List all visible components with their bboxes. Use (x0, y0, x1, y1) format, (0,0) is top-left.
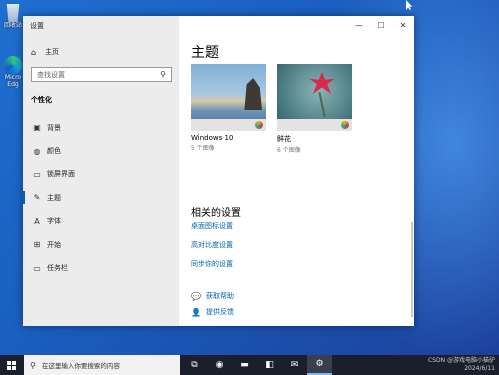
theme-card-flowers[interactable]: 鲜花 6 个图像 (277, 64, 352, 154)
theme-image-count: 5 个图像 (191, 145, 215, 152)
start-button[interactable] (0, 355, 22, 375)
give-feedback-link[interactable]: 👤 提供反馈 (191, 307, 234, 317)
desktop-icon-settings-link[interactable]: 桌面图标设置 (191, 221, 233, 231)
color-wheel-icon (255, 121, 263, 129)
palette-icon: ◍ (33, 146, 41, 156)
windows-logo-icon (6, 360, 16, 370)
sidebar-item-lock-screen[interactable]: ▭ 锁屏界面 (23, 163, 179, 186)
tray-watermark-text: CSDN @游戏电脑小猫驴 (427, 357, 495, 364)
theme-thumbnail (191, 64, 266, 131)
task-view-icon[interactable]: ⧉ (182, 355, 207, 375)
sidebar-item-label: 主页 (45, 48, 59, 56)
desktop-icon-label: Micro Edg (4, 74, 22, 88)
scrollbar[interactable] (411, 222, 413, 317)
edge-icon (4, 56, 22, 74)
sidebar-item-home[interactable]: ⌂ 主页 (31, 47, 59, 57)
get-help-link[interactable]: 💬 获取帮助 (191, 291, 234, 301)
tray-date: 2024/6/11 (464, 365, 495, 372)
home-icon: ⌂ (31, 47, 37, 57)
theme-icon: ✎ (33, 193, 41, 203)
lock-screen-icon: ▭ (33, 169, 41, 179)
taskbar-icon: ▭ (33, 263, 41, 273)
desktop-icon-recycle-bin[interactable]: 回收站 (2, 4, 24, 29)
sidebar-item-taskbar[interactable]: ▭ 任务栏 (23, 256, 179, 279)
related-settings-title: 相关的设置 (191, 208, 241, 219)
feedback-label: 提供反馈 (206, 308, 234, 316)
desktop-icon-edge[interactable]: Micro Edg (2, 56, 24, 88)
settings-icon[interactable]: ⚙ (307, 355, 332, 375)
main-panel: — ☐ ✕ 主题 Windows 10 5 个图像 鲜花 6 个图像 相关的设置… (179, 16, 414, 326)
mail-icon[interactable]: ✉ (282, 355, 307, 375)
search-input[interactable]: 查找设置 ⚲ (31, 67, 172, 82)
theme-name: 鲜花 (277, 135, 291, 143)
theme-name: Windows 10 (191, 134, 234, 142)
sidebar-item-label: 锁屏界面 (47, 170, 75, 179)
taskbar: ⚲ 在这里输入你要搜索的内容 ⧉ ◉ ▬ ◧ ✉ ⚙ CSDN @游戏电脑小猫驴… (0, 355, 499, 375)
sidebar-item-background[interactable]: ▣ 背景 (23, 116, 179, 139)
search-icon: ⚲ (160, 70, 166, 79)
recycle-bin-icon (6, 4, 20, 22)
flower-image (309, 72, 335, 94)
desktop-icon-label: 回收站 (3, 22, 22, 29)
sidebar-item-label: 主题 (47, 193, 61, 202)
sidebar-item-label: 任务栏 (47, 264, 68, 273)
taskbar-apps: ⧉ ◉ ▬ ◧ ✉ ⚙ (182, 355, 332, 375)
sidebar-nav: ▣ 背景 ◍ 颜色 ▭ 锁屏界面 ✎ 主题 A 字体 ⊞ 开始 ▭ 任务栏 (23, 116, 179, 280)
store-icon[interactable]: ◧ (257, 355, 282, 375)
sidebar-item-start[interactable]: ⊞ 开始 (23, 233, 179, 256)
feedback-icon: 👤 (191, 307, 201, 317)
sidebar-item-themes[interactable]: ✎ 主题 (23, 186, 179, 209)
page-title: 主题 (191, 45, 219, 61)
taskbar-search-box[interactable]: ⚲ 在这里输入你要搜索的内容 (24, 355, 180, 375)
help-label: 获取帮助 (206, 292, 234, 300)
flower-stem-image (318, 92, 326, 117)
sidebar-item-fonts[interactable]: A 字体 (23, 210, 179, 233)
close-button[interactable]: ✕ (392, 16, 414, 34)
font-icon: A (34, 216, 40, 226)
image-icon: ▣ (33, 123, 41, 133)
sidebar-item-label: 背景 (47, 123, 61, 132)
sidebar-item-colors[interactable]: ◍ 颜色 (23, 139, 179, 162)
file-explorer-icon[interactable]: ▬ (232, 355, 257, 375)
search-icon: ⚲ (30, 360, 36, 370)
rock-image (244, 78, 262, 110)
window-title: 设置 (30, 22, 44, 30)
sync-settings-link[interactable]: 同步你的设置 (191, 259, 233, 269)
help-icon: 💬 (191, 291, 201, 301)
system-tray[interactable]: CSDN @游戏电脑小猫驴 2024/6/11 (428, 357, 495, 373)
color-wheel-icon (341, 121, 349, 129)
settings-window: 设置 ⌂ 主页 查找设置 ⚲ 个性化 ▣ 背景 ◍ 颜色 ▭ 锁屏界面 ✎ 主题… (23, 16, 414, 326)
search-placeholder: 查找设置 (37, 70, 65, 79)
high-contrast-settings-link[interactable]: 高对比度设置 (191, 240, 233, 250)
sidebar: 设置 ⌂ 主页 查找设置 ⚲ 个性化 ▣ 背景 ◍ 颜色 ▭ 锁屏界面 ✎ 主题… (23, 16, 179, 326)
start-icon: ⊞ (33, 240, 41, 250)
edge-icon[interactable]: ◉ (207, 355, 232, 375)
theme-card-windows10[interactable]: Windows 10 5 个图像 (191, 64, 266, 152)
taskbar-search-placeholder: 在这里输入你要搜索的内容 (41, 362, 120, 370)
maximize-button[interactable]: ☐ (370, 16, 392, 34)
minimize-button[interactable]: — (348, 16, 370, 34)
sidebar-item-label: 字体 (47, 217, 61, 226)
sidebar-item-label: 颜色 (47, 147, 61, 156)
theme-image-count: 6 个图像 (277, 147, 301, 154)
window-controls: — ☐ ✕ (348, 16, 414, 34)
section-title: 个性化 (31, 96, 52, 104)
sidebar-item-label: 开始 (47, 240, 61, 249)
theme-thumbnail (277, 64, 352, 131)
